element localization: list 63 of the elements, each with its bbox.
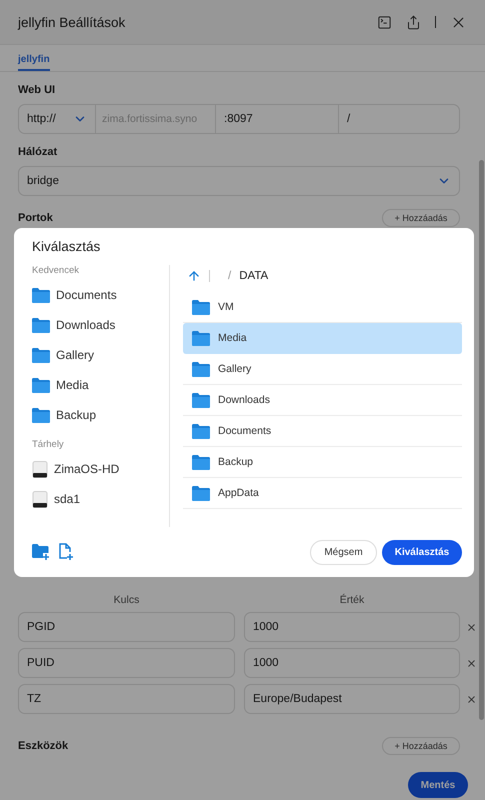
terminal-icon[interactable] — [377, 14, 392, 30]
folder-icon — [192, 392, 210, 408]
window-title: jellyfin Beállítások — [18, 14, 126, 30]
folder-icon — [192, 300, 210, 314]
file-row[interactable]: Gallery — [183, 354, 462, 385]
sidebar-item[interactable]: Documents — [32, 280, 169, 310]
value-field[interactable]: Europe/Budapest — [244, 684, 460, 714]
folder-icon — [32, 408, 50, 422]
value-field[interactable]: 1000 — [244, 612, 460, 642]
folder-icon — [192, 486, 210, 500]
port-input[interactable]: :8097 — [224, 113, 330, 125]
file-row[interactable]: Media — [183, 323, 462, 354]
file-row[interactable]: Downloads — [183, 385, 462, 416]
file-row[interactable]: Backup — [183, 447, 462, 478]
remove-icon[interactable] — [466, 622, 477, 632]
folder-icon — [32, 348, 50, 362]
folder-icon — [32, 288, 50, 302]
sidebar-item[interactable]: sda1 — [32, 484, 169, 514]
field-label: Hálózat — [18, 146, 58, 158]
scheme-select[interactable]: http:// — [19, 105, 96, 133]
sidebar-item[interactable]: ZimaOS-HD — [32, 454, 169, 484]
path-input[interactable]: / — [347, 113, 451, 125]
path-separator: / — [228, 270, 232, 282]
sidebar-item[interactable]: Gallery — [32, 340, 169, 370]
folder-icon — [192, 454, 210, 470]
scrollbar[interactable] — [479, 160, 484, 720]
share-icon[interactable] — [406, 14, 421, 30]
folder-icon — [32, 378, 50, 392]
drive-icon — [32, 490, 48, 508]
value-field[interactable]: 1000 — [244, 648, 460, 678]
section-label: Tárhely — [32, 439, 65, 450]
file-row[interactable]: AppData — [183, 478, 462, 509]
file-row[interactable]: Documents — [183, 416, 462, 447]
new-folder-icon[interactable] — [32, 544, 50, 560]
field-label: Web UI — [18, 84, 56, 96]
folder-icon — [192, 424, 210, 438]
breadcrumb[interactable]: DATA — [239, 270, 268, 282]
section-label: Portok — [18, 212, 53, 224]
network-select[interactable]: bridge — [18, 166, 460, 196]
sidebar-item[interactable]: Media — [32, 370, 169, 400]
key-field[interactable]: TZ — [18, 684, 235, 714]
dialog-title: Kiválasztás — [32, 239, 102, 254]
sidebar-item[interactable]: Downloads — [32, 310, 169, 340]
column-header: Érték — [338, 594, 366, 606]
folder-icon — [32, 318, 50, 332]
select-button[interactable]: Kiválasztás — [382, 540, 462, 564]
remove-icon[interactable] — [466, 658, 477, 668]
sidebar-item[interactable]: Backup — [32, 400, 169, 430]
key-field[interactable]: PUID — [18, 648, 235, 678]
folder-icon — [192, 330, 210, 346]
cancel-button[interactable]: Mégsem — [310, 540, 377, 564]
new-file-icon[interactable] — [58, 543, 74, 561]
up-icon[interactable] — [187, 269, 201, 283]
drive-icon — [32, 460, 48, 478]
column-header: Kulcs — [112, 594, 140, 606]
add-button[interactable]: + Hozzáadás — [382, 737, 460, 755]
save-button[interactable]: Mentés — [408, 772, 468, 798]
remove-icon[interactable] — [466, 694, 477, 704]
section-label: Kedvencek — [32, 265, 80, 276]
add-button[interactable]: + Hozzáadás — [382, 209, 460, 227]
folder-icon — [192, 362, 210, 376]
key-field[interactable]: PGID — [18, 612, 235, 642]
section-label: Eszközök — [18, 740, 68, 752]
